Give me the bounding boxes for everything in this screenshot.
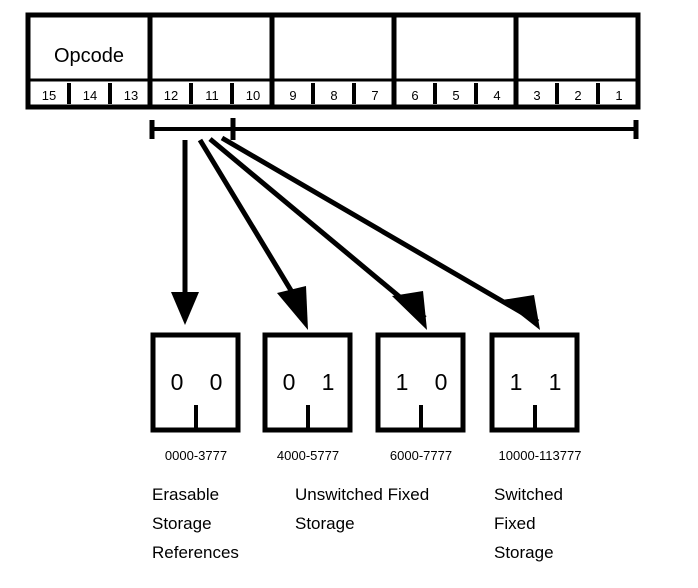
caption-unswitched-fixed-storage: Unswitched Fixed Storage xyxy=(295,485,429,533)
caption-erasable-storage-references: Erasable Storage References xyxy=(152,485,239,562)
bit-number-6: 6 xyxy=(411,88,418,103)
caption-line: Unswitched Fixed xyxy=(295,485,429,504)
bit-number-15: 15 xyxy=(42,88,56,103)
caption-line: Switched xyxy=(494,485,563,504)
bank-box-10-bit-high: 1 xyxy=(396,369,409,395)
arrow-to-box-10 xyxy=(208,137,427,330)
bit-number-8: 8 xyxy=(330,88,337,103)
bit-number-5: 5 xyxy=(452,88,459,103)
instruction-word-field: Opcode 15 14 13 12 11 10 9 8 7 6 5 4 3 2… xyxy=(25,12,641,110)
bank-box-00-bit-high: 0 xyxy=(171,369,184,395)
bit-number-11: 11 xyxy=(205,88,219,103)
bit-number-9: 9 xyxy=(289,88,296,103)
caption-line: Storage xyxy=(295,514,355,533)
caption-switched-fixed-storage: Switched Fixed Storage xyxy=(494,485,563,562)
arrow-to-box-00 xyxy=(171,140,199,325)
bank-box-10[interactable]: 1 0 6000-7777 xyxy=(375,332,466,463)
bank-box-01-bit-low: 1 xyxy=(322,369,335,395)
arrow-to-box-11 xyxy=(220,135,540,330)
storage-type-captions: Erasable Storage References Unswitched F… xyxy=(152,485,563,562)
bit-number-4: 4 xyxy=(493,88,500,103)
bank-box-01[interactable]: 0 1 4000-5777 xyxy=(262,332,353,463)
bit-number-10: 10 xyxy=(246,88,260,103)
bank-box-01-bit-high: 0 xyxy=(283,369,296,395)
bank-select-diagram: Opcode 15 14 13 12 11 10 9 8 7 6 5 4 3 2… xyxy=(0,0,698,588)
caption-line: Erasable xyxy=(152,485,219,504)
caption-line: References xyxy=(152,543,239,562)
caption-line: Fixed xyxy=(494,514,536,533)
address-bank-boxes: 0 0 0000-3777 0 1 4000-5777 1 0 6000-777… xyxy=(150,332,582,463)
caption-line: Storage xyxy=(494,543,554,562)
bank-box-00[interactable]: 0 0 0000-3777 xyxy=(150,332,241,463)
bank-select-arrows xyxy=(171,135,540,330)
bank-box-11-bit-low: 1 xyxy=(549,369,562,395)
bank-box-10-range: 6000-7777 xyxy=(390,448,452,463)
bank-box-11-range: 10000-113777 xyxy=(499,448,582,463)
bit-number-12: 12 xyxy=(164,88,178,103)
bank-box-11[interactable]: 1 1 10000-113777 xyxy=(489,332,582,463)
bit-number-7: 7 xyxy=(371,88,378,103)
bank-box-11-bit-high: 1 xyxy=(510,369,523,395)
bit-number-13: 13 xyxy=(124,88,138,103)
arrow-to-box-01 xyxy=(197,138,308,330)
opcode-label: Opcode xyxy=(54,45,124,67)
bank-box-01-range: 4000-5777 xyxy=(277,448,339,463)
bank-box-10-bit-low: 0 xyxy=(435,369,448,395)
bank-box-00-range: 0000-3777 xyxy=(165,448,227,463)
diagram-canvas: Opcode 15 14 13 12 11 10 9 8 7 6 5 4 3 2… xyxy=(25,12,641,562)
bit-number-3: 3 xyxy=(533,88,540,103)
bank-box-00-bit-low: 0 xyxy=(210,369,223,395)
caption-line: Storage xyxy=(152,514,212,533)
bit-number-1: 1 xyxy=(615,88,622,103)
bit-number-2: 2 xyxy=(574,88,581,103)
bit-number-14: 14 xyxy=(83,88,97,103)
